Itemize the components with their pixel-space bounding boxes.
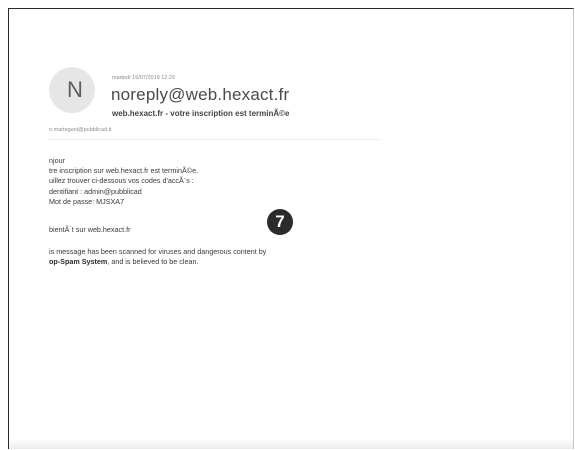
body-line-1: tre inscription sur web.hexact.fr est te… <box>49 166 199 176</box>
email-subject: web.hexact.fr - votre inscription est te… <box>112 109 290 118</box>
body-line-4: Mot de passe: MJSXA7 <box>49 196 125 206</box>
scan-notice-line-2: op-Spam System, and is believed to be cl… <box>49 257 266 267</box>
email-body: njour tre inscription sur web.hexact.fr … <box>49 156 266 268</box>
sender-avatar: N <box>49 67 95 113</box>
avatar-initial: N <box>67 77 83 102</box>
scan-notice-rest: , and is believed to be clean. <box>107 257 199 267</box>
header-divider <box>49 139 379 140</box>
email-date: martedì 16/07/2019 12:29 <box>112 75 175 81</box>
email-sender[interactable]: noreply@web.hexact.fr <box>111 85 289 105</box>
body-line-3: dentifiant : admin@pubblicad <box>49 186 142 196</box>
scan-system-name: op-Spam System <box>49 257 108 267</box>
email-recipient[interactable]: n.martegani@pubblicad.it <box>49 127 111 133</box>
scan-notice-line-1: is message has been scanned for viruses … <box>49 247 267 257</box>
bottom-shadow <box>9 439 573 449</box>
email-screenshot-frame: N martedì 16/07/2019 12:29 noreply@web.h… <box>8 8 574 449</box>
annotation-number-badge: 7 <box>267 209 293 235</box>
body-line-2: uillez trouver ci-dessous vos codes d'ac… <box>49 176 194 186</box>
body-line-5: bientÃ´t sur web.hexact.fr <box>49 224 131 234</box>
body-greeting: njour <box>49 156 65 165</box>
